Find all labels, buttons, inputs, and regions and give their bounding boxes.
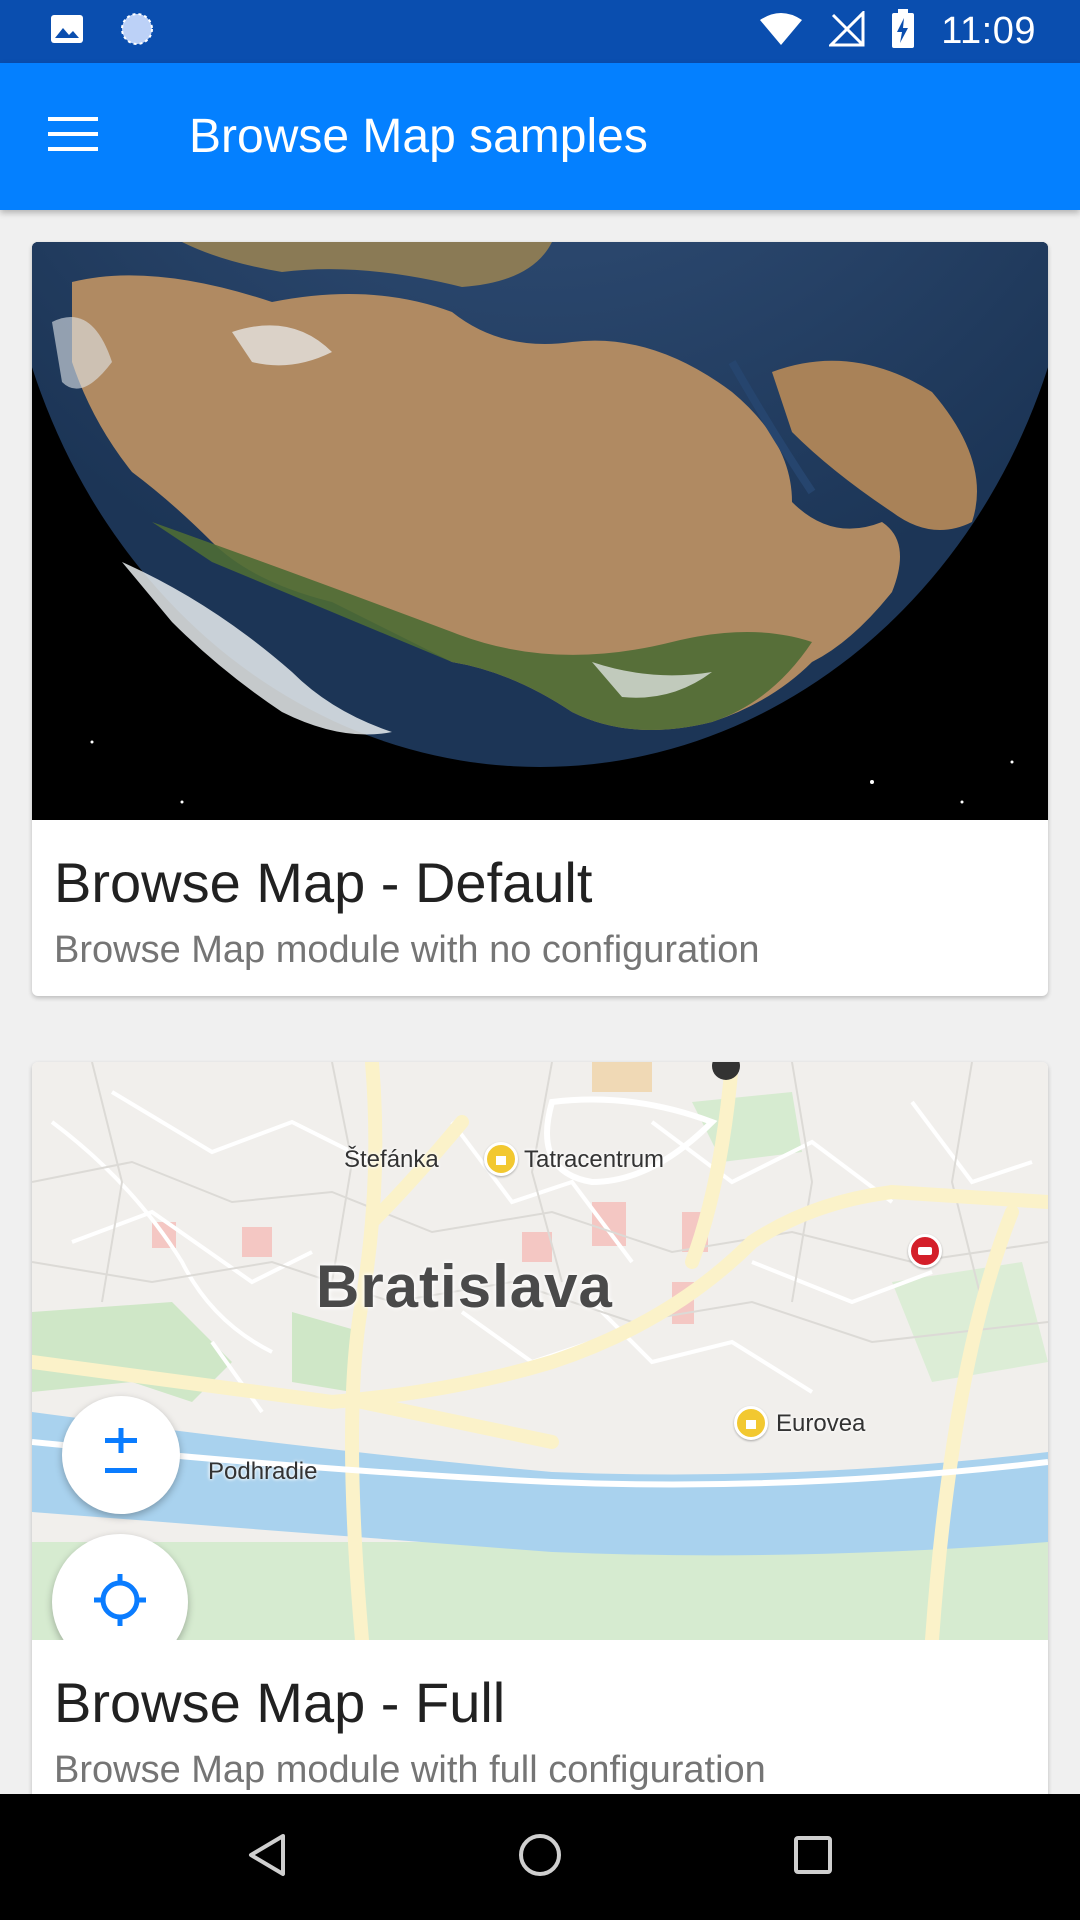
hamburger-menu-icon: [48, 117, 98, 156]
app-bar: Browse Map samples: [0, 63, 1080, 210]
sample-card-full[interactable]: Štefánka Tatracentrum Bratislava Eurovea…: [32, 1062, 1048, 1794]
wifi-icon: [759, 12, 803, 51]
sample-card-default[interactable]: Browse Map - Default Browse Map module w…: [32, 242, 1048, 996]
status-bar: 11:09: [0, 0, 1080, 63]
shopping-pin-icon[interactable]: [734, 1406, 768, 1440]
my-location-icon: [92, 1572, 148, 1633]
card-title: Browse Map - Default: [54, 851, 593, 914]
zoom-control-button[interactable]: [62, 1396, 180, 1514]
menu-button[interactable]: [23, 87, 123, 187]
map-label-city: Bratislava: [316, 1253, 613, 1320]
card-description: Browse Map module with no configuration: [54, 929, 760, 971]
restaurant-pin-icon[interactable]: [908, 1234, 942, 1268]
recents-square-icon: [793, 1835, 833, 1880]
no-signal-icon: [827, 9, 865, 52]
zoom-in-out-icon: [101, 1427, 141, 1483]
image-icon: [50, 14, 84, 49]
card-description: Browse Map module with full configuratio…: [54, 1749, 766, 1791]
page-title: Browse Map samples: [189, 110, 648, 163]
shopping-pin-icon[interactable]: [484, 1142, 518, 1176]
battery-charging-icon: [891, 9, 915, 54]
back-triangle-icon: [247, 1833, 287, 1882]
nav-recents-button[interactable]: [758, 1802, 868, 1912]
sample-list: Browse Map - Default Browse Map module w…: [0, 210, 1080, 1794]
home-circle-icon: [518, 1833, 562, 1882]
sync-icon: [118, 10, 156, 53]
earth-globe-image: [32, 242, 1048, 820]
system-nav-bar: [0, 1794, 1080, 1920]
map-label-podhradie: Podhradie: [208, 1458, 318, 1485]
map-label-tatracentrum: Tatracentrum: [524, 1146, 665, 1173]
map-label-stefanka: Štefánka: [344, 1146, 439, 1173]
status-time: 11:09: [941, 10, 1036, 52]
nav-home-button[interactable]: [485, 1802, 595, 1912]
card-title: Browse Map - Full: [54, 1671, 506, 1734]
street-map-image: Štefánka Tatracentrum Bratislava Eurovea…: [32, 1062, 1048, 1640]
map-label-eurovea: Eurovea: [776, 1410, 866, 1437]
nav-back-button[interactable]: [212, 1802, 322, 1912]
